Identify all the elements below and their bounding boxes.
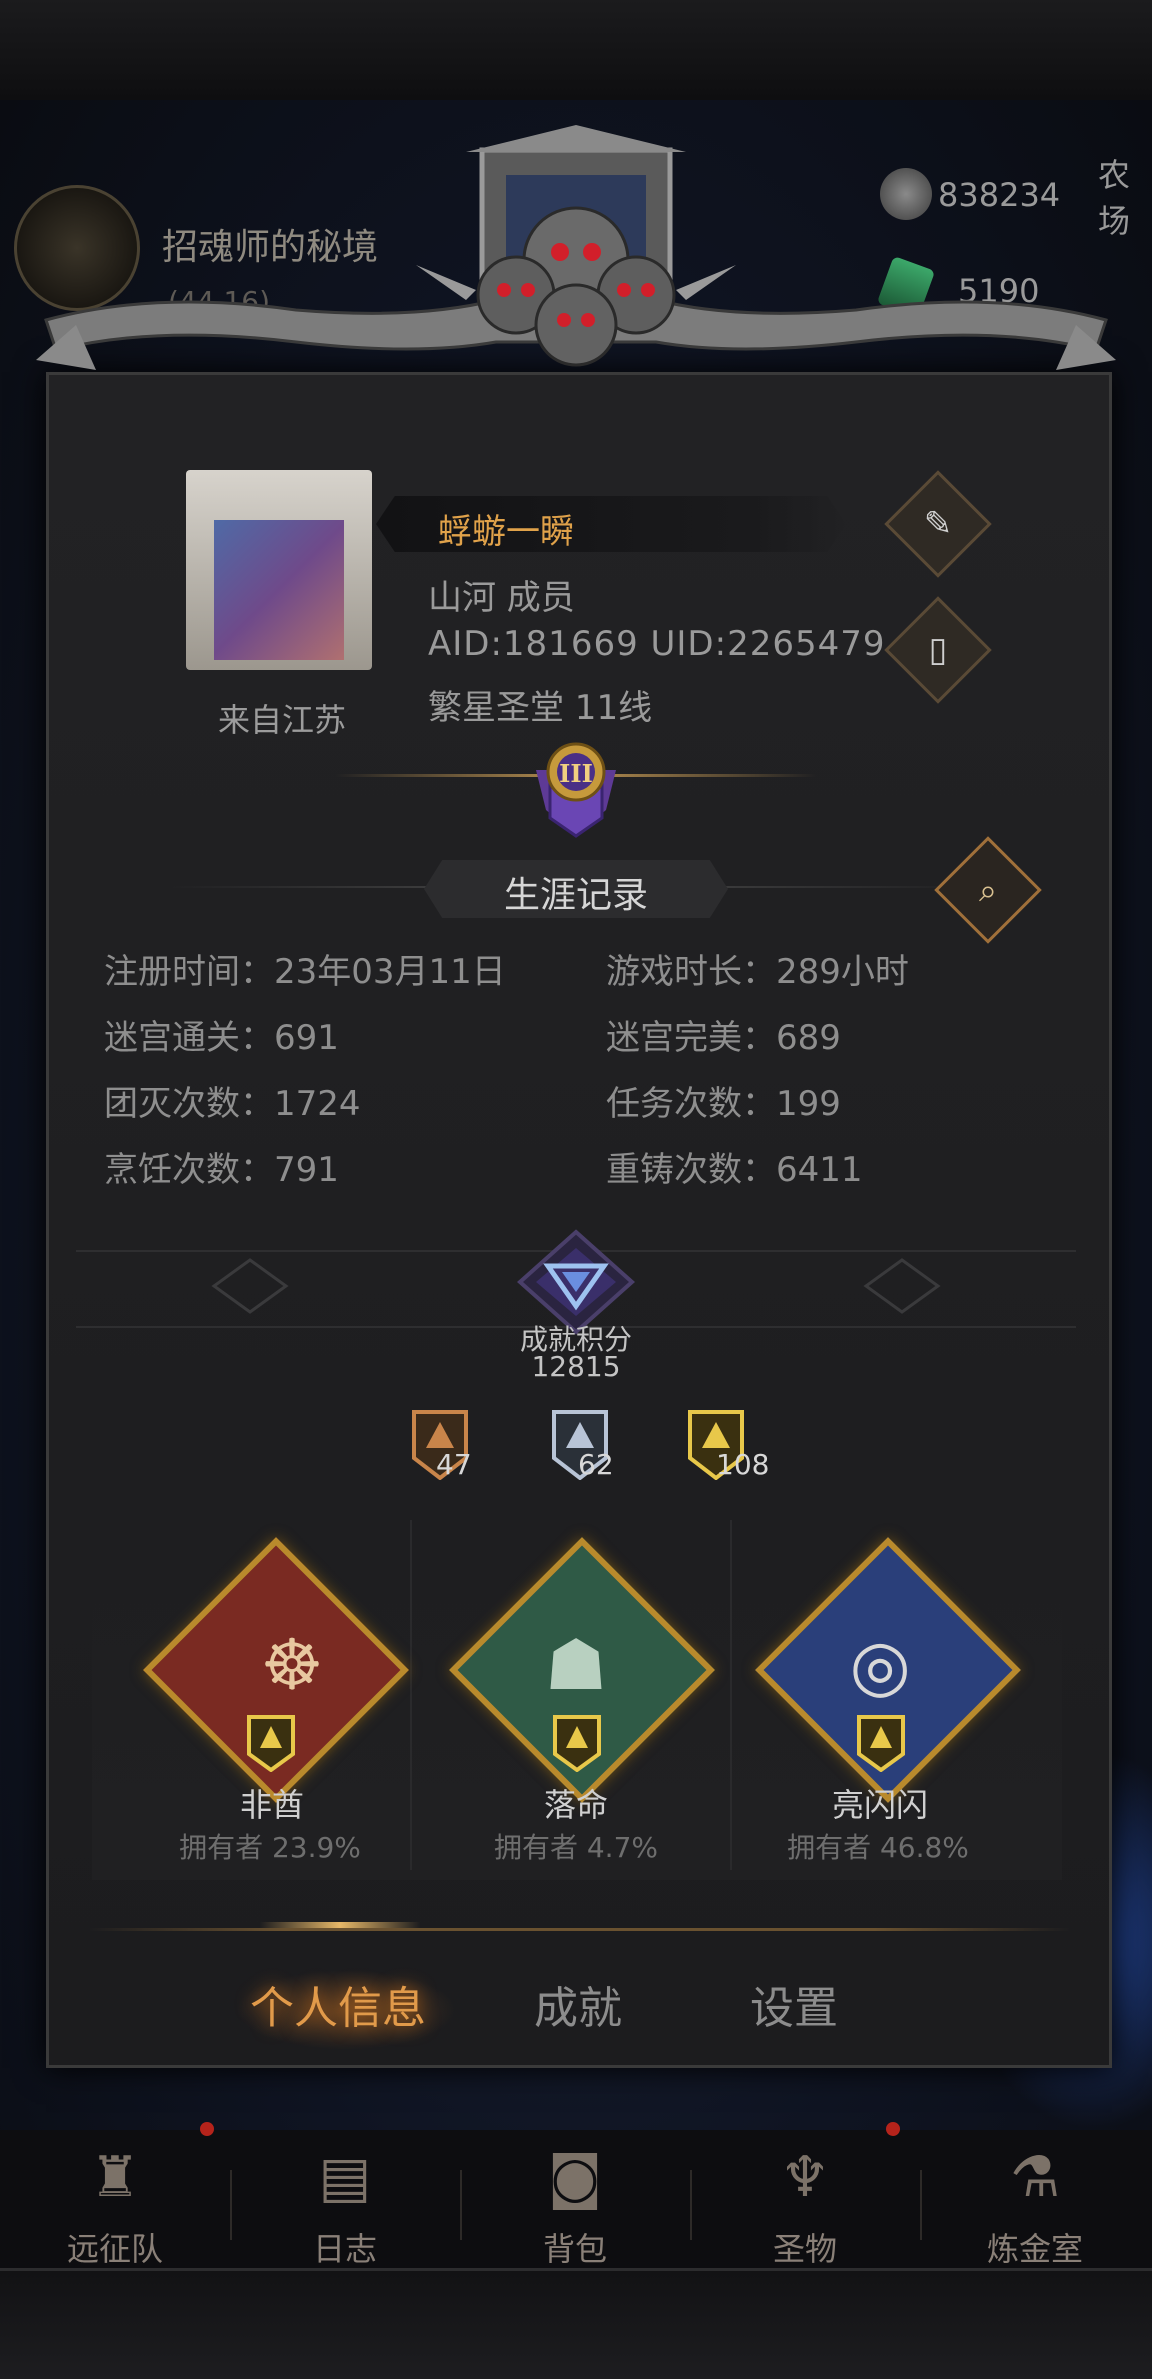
nav-backpack[interactable]: ◙ 背包 xyxy=(460,2138,690,2268)
gold-count: 108 xyxy=(716,1448,770,1481)
rank-emblem-icon[interactable]: III xyxy=(506,740,646,840)
achievement-score-value: 12815 xyxy=(531,1350,621,1383)
guild-info: 山河 成员 xyxy=(428,578,575,618)
location-label: 来自江苏 xyxy=(218,701,347,739)
gold-tier-icon xyxy=(553,1715,601,1772)
bottom-frame xyxy=(0,2268,1152,2379)
quill-icon: ✎ xyxy=(923,504,953,544)
top-frame xyxy=(0,0,1152,103)
server-info: 繁星圣堂 11线 xyxy=(428,688,653,728)
achievement-owners-2: 拥有者 4.7% xyxy=(493,1831,659,1864)
tab-achievements[interactable]: 成就 xyxy=(534,1972,622,2036)
active-tab-indicator xyxy=(260,1922,420,1928)
stat-play-time: 游戏时长：289小时 xyxy=(606,952,909,992)
nav-label: 背包 xyxy=(542,2230,607,2268)
achievement-name-3: 亮闪闪 xyxy=(831,1786,928,1824)
achievement-name-1: 非酋 xyxy=(239,1786,304,1824)
ornament-left xyxy=(211,1258,289,1314)
notification-dot xyxy=(200,2122,214,2136)
tab-personal-info[interactable]: 个人信息 xyxy=(250,1972,426,2036)
tombstone-icon: ☗ xyxy=(544,1624,608,1706)
card-divider xyxy=(410,1520,412,1870)
ornament-right xyxy=(863,1258,941,1314)
stat-reforge: 重铸次数：6411 xyxy=(606,1150,863,1190)
stat-quests: 任务次数：199 xyxy=(606,1084,841,1124)
alchemy-icon: ⚗ xyxy=(1009,2145,1061,2210)
nav-label: 远征队 xyxy=(66,2230,163,2268)
gold-tier-icon xyxy=(857,1715,905,1772)
journal-icon: ▤ xyxy=(318,2145,372,2210)
rank-roman: III xyxy=(559,759,593,788)
relic-chalice-icon: ♆ xyxy=(779,2145,831,2210)
magnifier-icon: ⌕ xyxy=(979,870,997,909)
backpack-icon: ◙ xyxy=(547,2145,603,2210)
notification-dot xyxy=(886,2122,900,2136)
silver-count: 62 xyxy=(578,1448,614,1481)
achievement-name-2: 落命 xyxy=(543,1786,608,1824)
nav-expedition[interactable]: ♜ 远征队 xyxy=(0,2138,230,2268)
skull-crown-ornament xyxy=(36,125,1116,370)
stat-maze-clears: 迷宫通关：691 xyxy=(104,1018,339,1058)
scroll-icon: ▯ xyxy=(928,630,948,670)
nav-label: 日志 xyxy=(312,2230,377,2268)
silver-coins-icon: ◎ xyxy=(849,1624,911,1706)
nav-alchemy[interactable]: ⚗ 炼金室 xyxy=(920,2138,1150,2268)
nav-label: 炼金室 xyxy=(986,2230,1083,2268)
achievement-owners-3: 拥有者 46.8% xyxy=(787,1831,969,1864)
card-divider xyxy=(730,1520,732,1870)
nav-label: 圣物 xyxy=(772,2230,837,2268)
player-ids: AID:181669 UID:2265479 xyxy=(428,624,886,664)
achievement-owners-1: 拥有者 23.9% xyxy=(179,1831,361,1864)
nav-relics[interactable]: ♆ 圣物 xyxy=(690,2138,920,2268)
bronze-count: 47 xyxy=(436,1448,472,1481)
gold-tier-icon xyxy=(247,1715,295,1772)
stat-maze-perfect: 迷宫完美：689 xyxy=(606,1018,841,1058)
stat-register-time: 注册时间：23年03月11日 xyxy=(104,952,506,992)
avatar[interactable] xyxy=(214,520,344,660)
career-title: 生涯记录 xyxy=(503,875,648,916)
stat-cooking: 烹饪次数：791 xyxy=(104,1150,339,1190)
nav-journal[interactable]: ▤ 日志 xyxy=(230,2138,460,2268)
horned-helmet-icon: ♜ xyxy=(89,2145,141,2210)
player-name: 蜉蝣一瞬 xyxy=(438,512,574,552)
tribal-chief-icon: ☸ xyxy=(260,1624,324,1706)
stat-wipes: 团灭次数：1724 xyxy=(104,1084,361,1124)
tab-settings[interactable]: 设置 xyxy=(750,1972,838,2036)
tab-bar-line xyxy=(90,1928,1070,1931)
